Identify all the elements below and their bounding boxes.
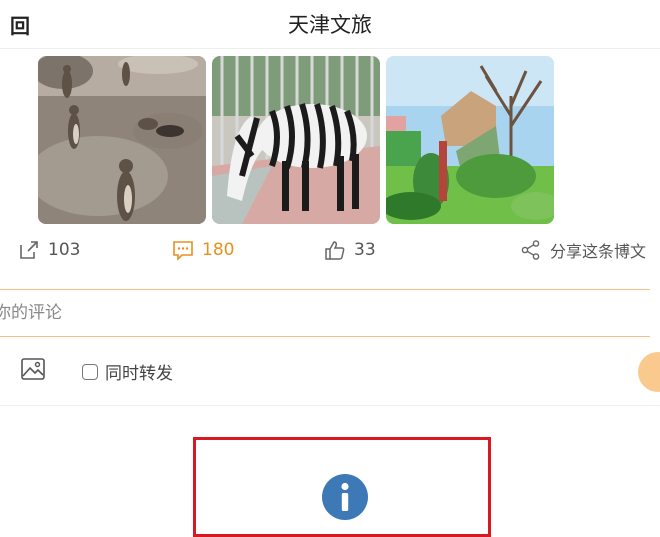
photo-meerkats[interactable] xyxy=(38,56,206,224)
repost-toggle[interactable]: 同时转发 xyxy=(82,359,173,384)
zebra-image xyxy=(212,56,380,224)
thumbs-up-icon xyxy=(325,241,345,260)
repost-checkbox[interactable] xyxy=(82,363,98,380)
share-action[interactable]: 分享这条博文 xyxy=(520,236,646,264)
share-icon xyxy=(521,240,540,260)
comment-input[interactable] xyxy=(0,290,640,336)
comment-count: 180 xyxy=(202,240,235,260)
divider xyxy=(0,405,660,406)
repost-action[interactable]: 103 xyxy=(18,236,80,264)
page-title: 天津文旅 xyxy=(288,13,372,37)
info-icon xyxy=(322,474,368,520)
like-count: 33 xyxy=(354,240,376,260)
garden-image xyxy=(386,56,554,224)
photo-garden[interactable] xyxy=(386,56,554,224)
action-bar: 103 180 33 分享这条博文 xyxy=(0,236,660,264)
meerkats-image xyxy=(38,56,206,224)
comment-action[interactable]: 180 xyxy=(172,236,234,264)
repost-toggle-label: 同时转发 xyxy=(105,364,173,384)
image-icon[interactable] xyxy=(20,356,46,382)
comment-box xyxy=(0,289,650,337)
comment-tools: 同时转发 xyxy=(0,352,660,392)
repost-count: 103 xyxy=(48,240,81,260)
send-button[interactable] xyxy=(638,352,660,392)
repost-icon xyxy=(20,241,38,259)
comment-icon xyxy=(173,241,193,261)
highlight-frame xyxy=(193,437,491,537)
share-label: 分享这条博文 xyxy=(550,242,647,261)
top-bar: 回 天津文旅 xyxy=(0,0,660,49)
like-action[interactable]: 33 xyxy=(324,236,376,264)
photo-zebra[interactable] xyxy=(212,56,380,224)
